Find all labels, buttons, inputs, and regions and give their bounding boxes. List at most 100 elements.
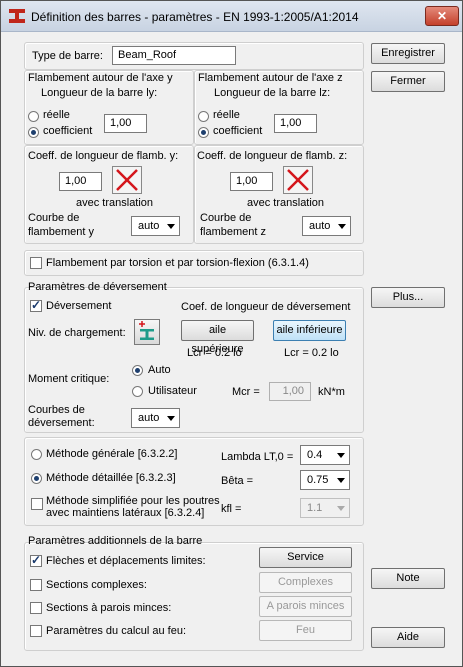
courbe-y-select[interactable]: auto [131,216,180,236]
fleches-checkbox[interactable] [30,553,42,567]
title-bar: Définition des barres - paramètres - EN … [1,1,462,32]
torsion-checkbox[interactable] [30,257,42,269]
chevron-down-icon [337,453,345,458]
methode-simplifiee-checkbox[interactable] [31,498,43,510]
lcr-inferieure-label: Lcr = 0.2 lo [284,347,339,359]
fermer-button[interactable]: Fermer [371,71,445,92]
lz-value-input[interactable]: 1,00 [274,114,317,133]
mcr-input[interactable]: 1,00 [269,382,311,401]
beta-select[interactable]: 0.75 [300,470,350,490]
courbes-deversement-label-1: Courbes de [28,404,85,416]
plus-button[interactable]: Plus... [371,287,445,308]
ly-value-input[interactable]: 1,00 [104,114,147,133]
courbe-z-value: auto [309,220,331,232]
deversement-title: Paramètres de déversement [28,281,167,293]
ly-coefficient-radio[interactable] [28,127,39,138]
chevron-down-icon [337,478,345,483]
feu-checkbox[interactable] [30,625,42,637]
moment-auto-radio[interactable] [132,365,143,376]
beta-value: 0.75 [307,474,329,486]
complexes-button[interactable]: Complexes [259,572,352,593]
close-button[interactable]: ✕ [425,6,459,26]
moment-utilisateur-radio[interactable] [132,386,143,397]
i-beam-icon [139,321,154,340]
ly-coefficient-label: coefficient [43,125,93,137]
courbe-y-label-2: flambement y [28,226,95,238]
deversement-checkbox[interactable] [30,298,42,312]
mcr-label: Mcr = [232,386,260,398]
methode-detaillee-radio[interactable] [31,473,42,484]
methode-generale-radio[interactable] [31,449,42,460]
lz-coefficient-label: coefficient [213,125,263,137]
app-icon [9,9,25,23]
niv-chargement-label: Niv. de chargement: [28,327,126,339]
aile-superieure-button[interactable]: aile supérieure [181,320,254,355]
coeff-y-label: Coeff. de longueur de flamb. y: [28,150,179,162]
lz-reelle-radio[interactable] [198,111,209,122]
parois-checkbox[interactable] [30,602,42,614]
coef-deversement-label: Coef. de longueur de déversement [181,301,351,313]
flambement-z-title: Flambement autour de l'axe z [198,72,343,84]
dialog-window: Définition des barres - paramètres - EN … [0,0,463,667]
load-level-button[interactable] [134,319,160,345]
lambda-label: Lambda LT,0 = [221,451,294,463]
kfl-select[interactable]: 1.1 [300,498,350,518]
red-x-icon [116,169,138,191]
flambement-y-subtitle: Longueur de la barre ly: [41,87,158,99]
deversement-label: Déversement [46,300,112,312]
coeff-z-label: Coeff. de longueur de flamb. z: [197,150,348,162]
parois-button[interactable]: A parois minces [259,596,352,617]
lz-coefficient-radio[interactable] [198,127,209,138]
courbe-y-label-1: Courbe de [28,212,80,224]
enregistrer-button[interactable]: Enregistrer [371,43,445,64]
complexes-label: Sections complexes: [46,579,147,591]
red-x-icon [287,169,309,191]
beta-label: Bêta = [221,475,254,487]
courbes-deversement-select[interactable]: auto [131,408,180,428]
courbes-deversement-label-2: déversement: [28,417,95,429]
translation-z-label: avec translation [247,197,325,209]
moment-utilisateur-label: Utilisateur [148,385,197,397]
feu-button[interactable]: Feu [259,620,352,641]
note-button[interactable]: Note [371,568,445,589]
type-barre-label: Type de barre: [32,50,103,62]
courbe-z-select[interactable]: auto [302,216,351,236]
lambda-select[interactable]: 0.4 [300,445,350,465]
ly-reelle-radio[interactable] [28,111,39,122]
lz-reelle-label: réelle [213,109,240,121]
type-barre-input[interactable]: Beam_Roof [112,46,236,65]
additionnels-title: Paramètres additionnels de la barre [28,535,203,547]
chevron-down-icon [167,416,175,421]
methode-simplifiee-label-1: Méthode simplifiée pour les poutres [46,495,220,507]
kfl-value: 1.1 [307,502,323,514]
aide-button[interactable]: Aide [371,627,445,648]
feu-label: Paramètres du calcul au feu: [46,625,187,637]
chevron-down-icon [337,506,345,511]
complexes-checkbox[interactable] [30,579,42,591]
service-button[interactable]: Service [259,547,352,568]
flambement-y-title: Flambement autour de l'axe y [28,72,173,84]
ly-reelle-label: réelle [43,109,70,121]
fleches-label: Flèches et déplacements limites: [46,555,206,567]
aile-inferieure-button[interactable]: aile inférieure [273,320,346,341]
methode-generale-label: Méthode générale [6.3.2.2] [46,448,178,460]
translation-z-toggle[interactable] [283,166,313,194]
lcr-superieure-label: Lcr = 0.2 lo [187,347,242,359]
flambement-z-subtitle: Longueur de la barre lz: [214,87,331,99]
coeff-y-input[interactable]: 1,00 [59,172,102,191]
courbe-z-label-1: Courbe de [200,212,252,224]
moment-critique-label: Moment critique: [28,373,110,385]
moment-auto-label: Auto [148,364,171,376]
kfl-label: kfl = [221,503,242,515]
parois-label: Sections à parois minces: [46,602,172,614]
courbes-deversement-value: auto [138,412,160,424]
translation-y-toggle[interactable] [112,166,142,194]
translation-y-label: avec translation [76,197,154,209]
chevron-down-icon [167,224,175,229]
courbe-z-label-2: flambement z [200,226,267,238]
lambda-value: 0.4 [307,449,323,461]
methode-detaillee-label: Méthode détaillée [6.3.2.3] [46,472,176,484]
coeff-z-input[interactable]: 1,00 [230,172,273,191]
methode-simplifiee-label-2: avec maintiens latéraux [6.3.2.4] [46,507,205,519]
courbe-y-value: auto [138,220,160,232]
